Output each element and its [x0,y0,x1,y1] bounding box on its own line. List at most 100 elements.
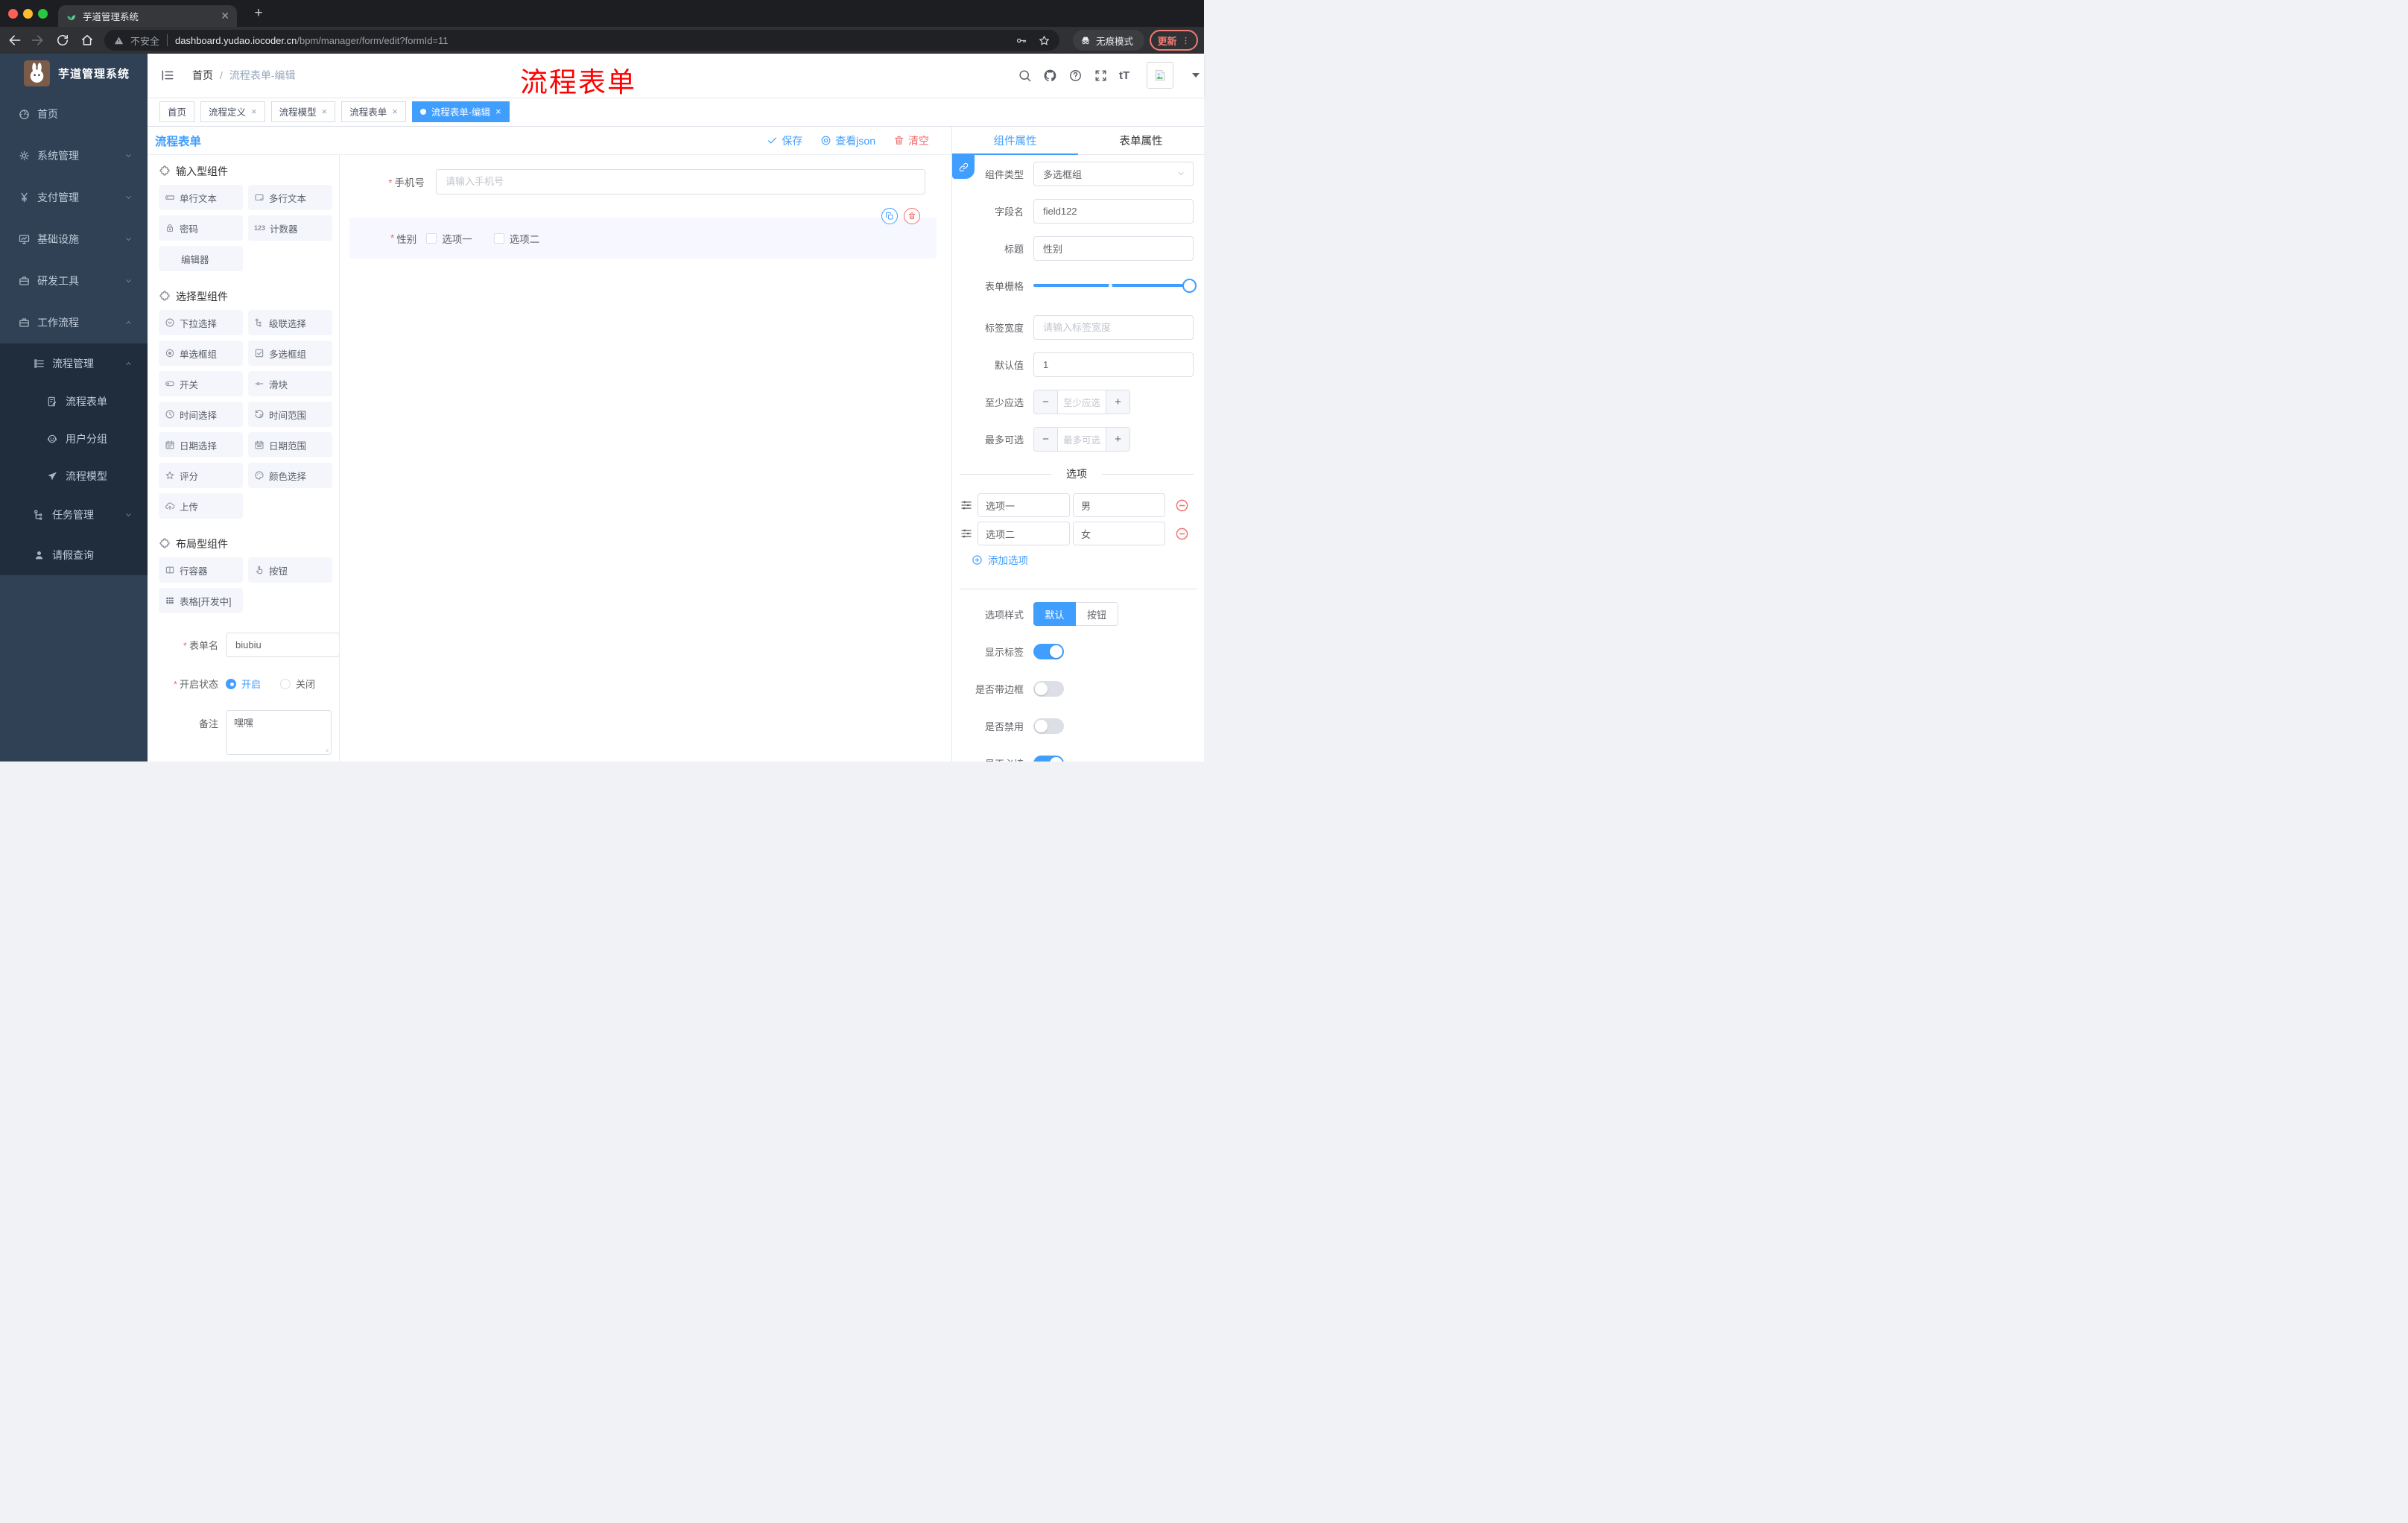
component-time-picker[interactable]: 时间选择 [159,402,243,427]
style-default-button[interactable]: 默认 [1033,602,1076,626]
tab-close-icon[interactable]: ✕ [221,10,229,22]
form-remark-textarea[interactable]: 嘿嘿 [226,710,332,755]
component-password[interactable]: 密码 [159,215,243,241]
close-window-button[interactable] [8,9,18,19]
component-row-container[interactable]: 行容器 [159,557,243,583]
drag-handle-icon[interactable] [960,498,973,512]
component-date-range[interactable]: 日期范围 [248,432,332,457]
label-width-input[interactable] [1033,314,1194,340]
sidebar-item-user-group[interactable]: 用户分组 [0,420,148,457]
sidebar-item-workflow[interactable]: 工作流程 [0,302,148,343]
github-icon[interactable] [1043,69,1057,83]
search-icon[interactable] [1018,69,1032,83]
remove-option-icon[interactable] [1175,498,1189,513]
component-time-range[interactable]: 时间范围 [248,402,332,427]
clear-button[interactable]: 清空 [893,133,929,148]
copy-component-button[interactable] [881,208,898,224]
option1-label-input[interactable] [978,493,1070,517]
grid-slider[interactable] [1033,273,1197,298]
show-label-toggle[interactable] [1033,643,1064,659]
slider-handle[interactable] [1182,278,1197,293]
new-tab-button[interactable]: + [249,4,268,23]
option1-value-input[interactable] [1073,493,1165,517]
window-controls[interactable] [8,9,48,19]
title-input[interactable] [1033,235,1194,261]
route-tab-process-form[interactable]: 流程表单 × [341,101,406,122]
gender-field-selected[interactable]: * 性别 选项一 选项二 [349,218,937,259]
component-checkbox-group[interactable]: 多选框组 [248,341,332,366]
sidebar-item-leave-query[interactable]: 请假查询 [0,535,148,575]
component-single-text[interactable]: 单行文本 [159,185,243,210]
phone-input[interactable] [436,168,925,194]
address-bar[interactable]: 不安全 dashboard.yudao.iocoder.cn /bpm/mana… [104,30,1059,51]
security-label[interactable]: 不安全 [130,34,159,48]
route-tab-process-def[interactable]: 流程定义 × [200,101,265,122]
password-key-icon[interactable] [1015,34,1027,47]
remove-option-icon[interactable] [1175,527,1189,541]
forward-icon[interactable] [30,33,45,48]
component-type-select[interactable]: 多选框组 [1033,161,1194,186]
component-rate[interactable]: 评分 [159,463,243,488]
route-tab-home[interactable]: 首页 [159,101,195,122]
style-button-button[interactable]: 按钮 [1076,602,1118,626]
min-select-value[interactable]: 至少应选 [1058,390,1106,414]
external-link-button[interactable] [952,155,975,179]
increase-button[interactable]: + [1106,427,1129,451]
required-toggle[interactable] [1033,755,1064,762]
maximize-window-button[interactable] [38,9,48,19]
drag-handle-icon[interactable] [960,527,973,540]
sidebar-item-process-form[interactable]: 流程表单 [0,383,148,420]
component-switch[interactable]: 开关 [159,371,243,396]
component-slider[interactable]: 滑块 [248,371,332,396]
browser-tab[interactable]: 芋道管理系统 ✕ [58,5,237,27]
sidebar-item-system[interactable]: 系统管理 [0,135,148,177]
sidebar-item-process-mgmt[interactable]: 流程管理 [0,343,148,383]
sidebar-item-infrastructure[interactable]: 基础设施 [0,218,148,260]
tab-close-icon[interactable]: × [495,106,501,117]
status-off-radio[interactable]: 关闭 [280,677,315,691]
component-select[interactable]: 下拉选择 [159,310,243,335]
decrease-button[interactable]: − [1034,390,1058,414]
sidebar-item-payment[interactable]: 支付管理 [0,177,148,218]
phone-field-row[interactable]: * 手机号 [340,168,925,195]
form-name-input[interactable] [226,633,339,657]
home-icon[interactable] [80,33,95,48]
sidebar-item-devtools[interactable]: 研发工具 [0,260,148,302]
decrease-button[interactable]: − [1034,427,1058,451]
avatar-caret-icon[interactable] [1192,73,1200,77]
component-multi-text[interactable]: 多行文本 [248,185,332,210]
add-option-button[interactable]: 添加选项 [952,548,1204,571]
browser-menu-dots-icon[interactable] [1181,36,1191,45]
option2-value-input[interactable] [1073,522,1165,545]
increase-button[interactable]: + [1106,390,1129,414]
fullscreen-icon[interactable] [1094,69,1108,83]
option2-label-input[interactable] [978,522,1070,545]
status-on-radio[interactable]: 开启 [226,677,261,691]
component-date-picker[interactable]: 日期选择 [159,432,243,457]
sidebar-item-process-model[interactable]: 流程模型 [0,457,148,495]
component-editor[interactable]: 编辑器 [159,246,243,271]
sidebar-item-home[interactable]: 首页 [0,93,148,135]
avatar[interactable] [1147,62,1174,89]
max-select-value[interactable]: 最多可选 [1058,428,1106,451]
save-button[interactable]: 保存 [767,133,802,148]
tab-component-props[interactable]: 组件属性 [952,127,1078,155]
font-size-icon[interactable]: tT [1119,69,1129,82]
resize-handle-icon[interactable] [322,745,329,753]
sidebar-collapse-icon[interactable] [160,68,175,83]
back-icon[interactable] [7,33,22,48]
route-tab-process-model[interactable]: 流程模型 × [270,101,336,122]
gender-option1-checkbox[interactable] [426,232,437,244]
breadcrumb-home[interactable]: 首页 [192,68,213,83]
reload-icon[interactable] [55,33,70,48]
component-button[interactable]: 按钮 [248,557,332,583]
minimize-window-button[interactable] [23,9,33,19]
view-json-button[interactable]: 查看json [820,133,875,148]
update-button[interactable]: 更新 [1150,30,1198,51]
delete-component-button[interactable] [904,208,920,224]
route-tab-process-form-edit[interactable]: 流程表单-编辑 × [411,101,510,122]
component-table[interactable]: 表格[开发中] [159,588,243,613]
bookmark-star-icon[interactable] [1038,34,1051,47]
gender-option2-checkbox[interactable] [493,232,504,244]
component-counter[interactable]: 123 计数器 [248,215,332,241]
